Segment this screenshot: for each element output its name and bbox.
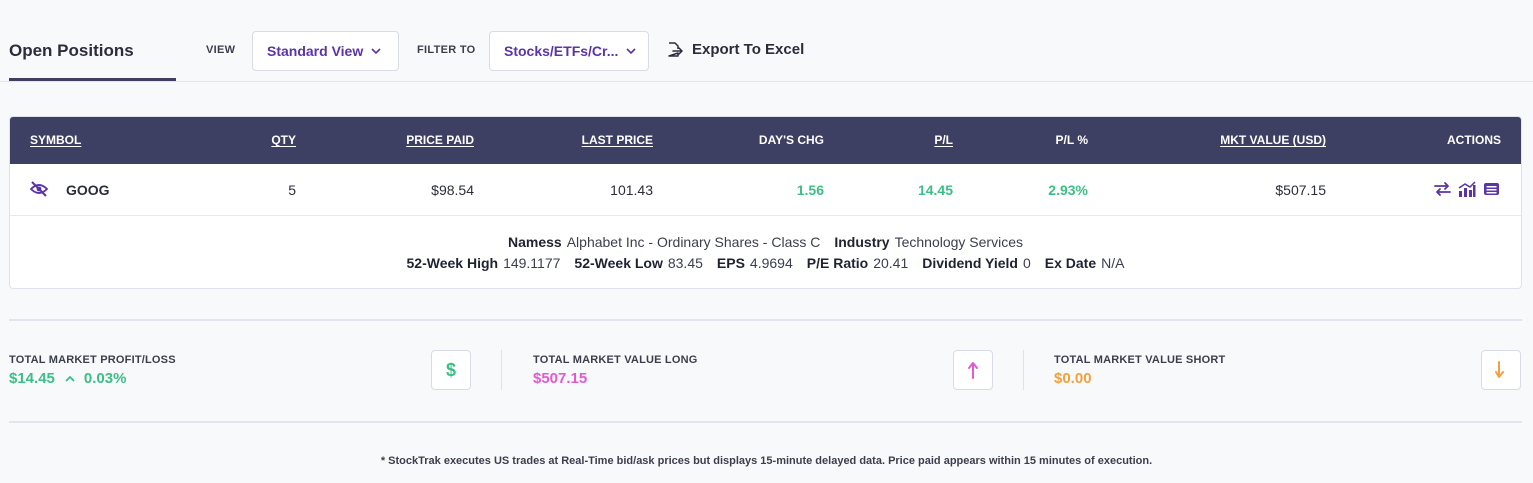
view-dropdown-value: Standard View	[267, 43, 364, 59]
industry-value: Technology Services	[894, 234, 1023, 250]
filter-dropdown[interactable]: Stocks/ETFs/Cr...	[489, 31, 649, 71]
low-label: 52-Week Low	[574, 255, 663, 271]
pl-percent-cell: 2.93%	[1048, 182, 1088, 198]
high-value: 149.1177	[503, 255, 561, 271]
exdate-label: Ex Date	[1044, 255, 1097, 271]
total-pl-value-group: $14.45 0.03%	[9, 370, 126, 387]
col-price-paid[interactable]: PRICE PAID	[406, 133, 474, 147]
total-pl-label: TOTAL MARKET PROFIT/LOSS	[9, 354, 176, 366]
col-days-change: DAY'S CHG	[758, 133, 824, 147]
positions-toolbar: Open Positions VIEW Standard View FILTER…	[0, 0, 1533, 82]
view-label: VIEW	[206, 44, 236, 56]
pe-value: 20.41	[873, 255, 909, 271]
position-details: Namess Alphabet Inc - Ordinary Shares - C…	[10, 217, 1521, 288]
dollar-glyph: $	[445, 359, 456, 380]
filter-dropdown-value: Stocks/ETFs/Cr...	[504, 43, 619, 59]
delay-disclaimer: * StockTrak executes US trades at Real-T…	[380, 455, 1153, 467]
view-dropdown[interactable]: Standard View	[252, 31, 399, 71]
name-value: Alphabet Inc - Ordinary Shares - Class C	[566, 234, 821, 250]
details-line-1: Namess Alphabet Inc - Ordinary Shares - C…	[10, 234, 1521, 250]
summary-separator	[501, 350, 502, 390]
col-actions: ACTIONS	[1447, 133, 1501, 147]
arrow-up-icon	[953, 350, 993, 390]
days-change-cell: 1.56	[796, 182, 824, 198]
trade-icon[interactable]	[1434, 181, 1451, 197]
qty-cell: 5	[288, 182, 296, 198]
chart-icon[interactable]	[1458, 181, 1476, 197]
high-label: 52-Week High	[406, 255, 499, 271]
last-price-cell: 101.43	[610, 182, 653, 198]
market-value-long: $507.15	[533, 370, 588, 387]
eps-label: EPS	[716, 255, 745, 271]
total-pl-value: $14.45	[9, 370, 55, 387]
table-row: GOOG 5 $98.54 101.43 1.56 14.45 2.93% $5…	[10, 164, 1521, 216]
col-market-value[interactable]: MKT VALUE (USD)	[1220, 133, 1326, 147]
col-pl[interactable]: P/L	[934, 133, 953, 147]
col-pl-percent: P/L %	[1055, 133, 1088, 147]
eye-off-icon[interactable]	[29, 181, 49, 202]
exdate-value: N/A	[1101, 255, 1125, 271]
price-paid-cell: $98.54	[431, 182, 474, 198]
market-value-cell: $507.15	[1275, 182, 1326, 198]
name-label: Namess	[508, 234, 562, 250]
arrow-down-icon	[1481, 350, 1521, 390]
industry-label: Industry	[834, 234, 890, 250]
symbol-cell[interactable]: GOOG	[66, 182, 110, 198]
col-symbol[interactable]: SYMBOL	[30, 133, 81, 147]
details-line-2: 52-Week High 149.1177 52-Week Low 83.45 EPS 4…	[10, 255, 1521, 271]
chevron-down-icon	[626, 48, 636, 54]
positions-table: SYMBOL QTY PRICE PAID LAST PRICE DAY'S C…	[9, 116, 1522, 289]
eps-value: 4.9694	[749, 255, 793, 271]
col-qty[interactable]: QTY	[271, 133, 296, 147]
export-to-excel-button[interactable]: Export To Excel	[666, 41, 804, 58]
summary-separator	[1023, 350, 1024, 390]
pl-cell: 14.45	[917, 182, 953, 198]
dividend-label: Dividend Yield	[922, 255, 1018, 271]
dollar-icon: $	[431, 350, 471, 390]
export-label: Export To Excel	[692, 41, 805, 58]
divider	[9, 421, 1522, 423]
tab-open-positions[interactable]: Open Positions	[9, 41, 134, 61]
row-actions	[1434, 181, 1500, 197]
col-last-price[interactable]: LAST PRICE	[582, 133, 653, 147]
active-tab-indicator	[9, 78, 176, 81]
pe-label: P/E Ratio	[806, 255, 869, 271]
filter-label: FILTER TO	[417, 44, 476, 56]
total-pl-percent: 0.03%	[83, 370, 127, 387]
table-header: SYMBOL QTY PRICE PAID LAST PRICE DAY'S C…	[10, 117, 1521, 164]
chevron-up-icon	[65, 375, 75, 382]
details-icon[interactable]	[1483, 181, 1500, 197]
low-value: 83.45	[667, 255, 703, 271]
chevron-down-icon	[371, 48, 381, 54]
market-value-short-label: TOTAL MARKET VALUE SHORT	[1054, 354, 1226, 366]
export-icon	[668, 42, 683, 57]
market-value-long-label: TOTAL MARKET VALUE LONG	[533, 354, 698, 366]
divider	[9, 319, 1522, 321]
dividend-value: 0	[1022, 255, 1031, 271]
market-value-short: $0.00	[1054, 370, 1092, 387]
